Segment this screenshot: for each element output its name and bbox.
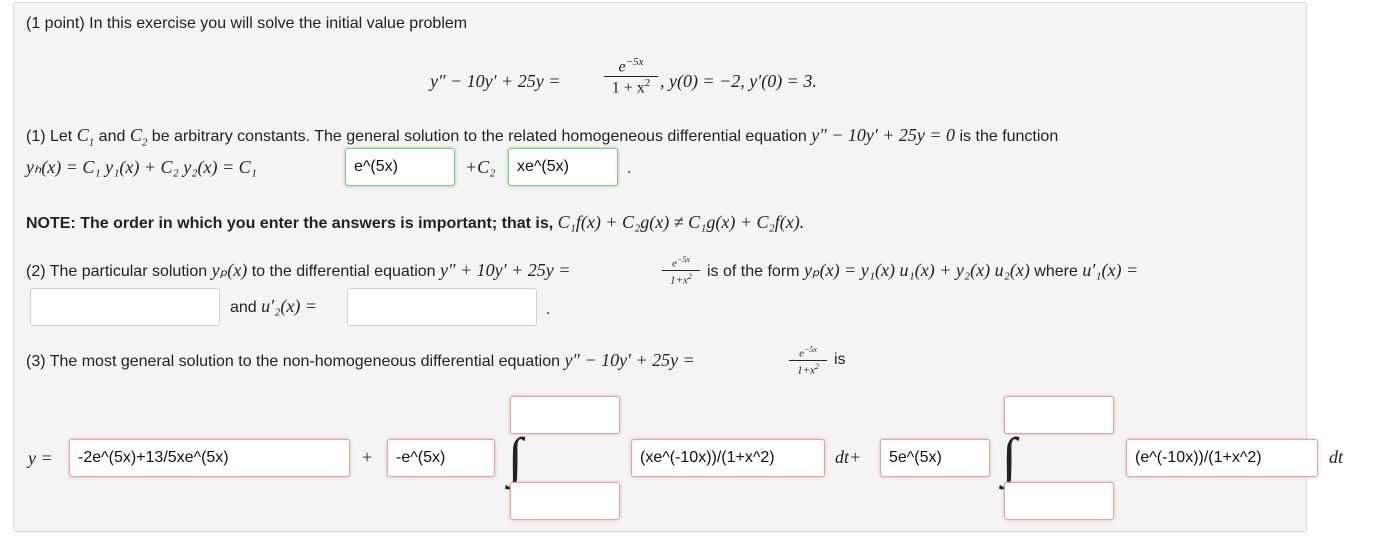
ivp-num: e: [618, 58, 626, 76]
integrand1-field[interactable]: (xe^(-10x))/(1+x^2): [631, 439, 825, 477]
integrand2-value: (e^(-10x))/(1+x^2): [1135, 449, 1262, 466]
part2-and: and: [230, 299, 257, 316]
plus-c2: +C₂: [465, 157, 496, 177]
part3-den-exp: 2: [814, 361, 819, 371]
u2-prime-label: u′₂(x) =: [261, 296, 317, 316]
intro-text: (1 point) In this exercise you will solv…: [26, 15, 468, 32]
integral2-sign: ∫: [1002, 427, 1017, 487]
c1-letter: C: [76, 125, 89, 145]
part2-num-exp: −5x: [676, 255, 690, 264]
plus-sign: +: [362, 447, 373, 467]
part2-to-eq: to the differential equation: [251, 263, 436, 280]
yh-expression: yₕ(x) = C₁ y₁(x) + C₂ y₂(x) = C₁: [26, 157, 257, 177]
c1-symbol: C1: [76, 125, 95, 149]
part1-let: (1) Let: [26, 128, 73, 145]
integral1-lower-limit-field[interactable]: [510, 482, 620, 520]
part2-where: where: [1034, 263, 1078, 280]
y2-answer-field[interactable]: xe^(5x): [508, 148, 618, 186]
part2-den-exp: 2: [687, 271, 692, 281]
ivp-den: 1 + x: [611, 79, 645, 97]
part2-line1: (2) The particular solution yₚ(x) to the…: [26, 260, 570, 282]
integral2-lower-limit-field[interactable]: [1004, 482, 1114, 520]
part2-form: yₚ(x) = y₁(x) u₁(x) + y₂(x) u₂(x): [803, 260, 1030, 280]
note-math: C₁f(x) + C₂g(x) ≠ C₁g(x) + C₂f(x).: [557, 212, 805, 232]
y-equals: y =: [28, 448, 53, 468]
integral2-upper-limit-field[interactable]: [1004, 396, 1114, 434]
integrand1-value: (xe^(-10x))/(1+x^2): [640, 449, 775, 466]
c2-sub: 2: [141, 136, 148, 149]
yp-symbol: yₚ(x): [211, 260, 248, 280]
ivp-conditions: , y(0) = −2, y′(0) = 3.: [660, 71, 817, 91]
part2-den: 1+x: [670, 274, 688, 287]
c2-letter: C: [129, 125, 142, 145]
ivp-lhs: y″ − 10y′ + 25y =: [430, 71, 561, 91]
integral1-sign: ∫: [508, 427, 523, 487]
part3-fraction: e−5x 1+x2: [789, 344, 827, 376]
integral1-upper-limit-field[interactable]: [510, 396, 620, 434]
general-solution-field[interactable]: -2e^(5x)+13/5xe^(5x): [69, 439, 350, 477]
dt-label: dt: [1329, 447, 1344, 467]
dt-plus: dt+: [835, 447, 862, 467]
part2-intro: (2) The particular solution: [26, 263, 208, 280]
u1-prime-field[interactable]: [30, 288, 220, 326]
part2-period: .: [546, 301, 551, 318]
part2-line1b: is of the form yₚ(x) = y₁(x) u₁(x) + y₂(…: [707, 260, 1138, 282]
coef2-value: 5e^(5x): [889, 449, 942, 466]
ivp-den-exp: 2: [644, 77, 651, 90]
ivp-num-exp: −5x: [625, 56, 644, 68]
part3-equation: y″ − 10y′ + 25y =: [564, 350, 695, 370]
homogeneous-equation: y″ − 10y′ + 25y = 0: [811, 125, 956, 145]
coef1-field[interactable]: -e^(5x): [387, 439, 495, 477]
part3-num-exp: −5x: [803, 345, 817, 354]
integrand2-field[interactable]: (e^(-10x))/(1+x^2): [1126, 439, 1318, 477]
part2-form-label: is of the form: [707, 263, 800, 280]
part3-intro: (3) The most general solution to the non…: [26, 353, 560, 370]
y1-answer-value: e^(5x): [354, 158, 398, 175]
part3-den: 1+x: [797, 364, 815, 377]
c1-sub: 1: [88, 136, 95, 149]
coef2-field[interactable]: 5e^(5x): [880, 439, 990, 477]
ivp-fraction: e−5x 1 + x2: [604, 56, 658, 98]
c2-symbol: C2: [129, 125, 148, 149]
part3-line: (3) The most general solution to the non…: [26, 350, 695, 372]
y1-answer-field[interactable]: e^(5x): [345, 148, 455, 186]
u2-prime-field[interactable]: [347, 288, 537, 326]
note-bold-text: NOTE: The order in which you enter the a…: [26, 215, 554, 232]
part1-desc: be arbitrary constants. The general solu…: [151, 128, 807, 145]
part1-is-function: is the function: [959, 128, 1059, 145]
part1-period: .: [627, 160, 632, 177]
coef1-value: -e^(5x): [396, 449, 446, 466]
part2-equation: y″ + 10y′ + 25y =: [440, 260, 571, 280]
part2-line2: and u′₂(x) =: [230, 296, 317, 318]
u1-prime-label: u′₁(x) =: [1082, 260, 1139, 280]
note-line: NOTE: The order in which you enter the a…: [26, 212, 804, 234]
part1-and: and: [98, 128, 126, 145]
y2-answer-value: xe^(5x): [517, 158, 569, 175]
part3-is: is: [834, 351, 846, 368]
part2-fraction: e−5x 1+x2: [662, 254, 700, 286]
general-solution-value: -2e^(5x)+13/5xe^(5x): [78, 449, 229, 466]
